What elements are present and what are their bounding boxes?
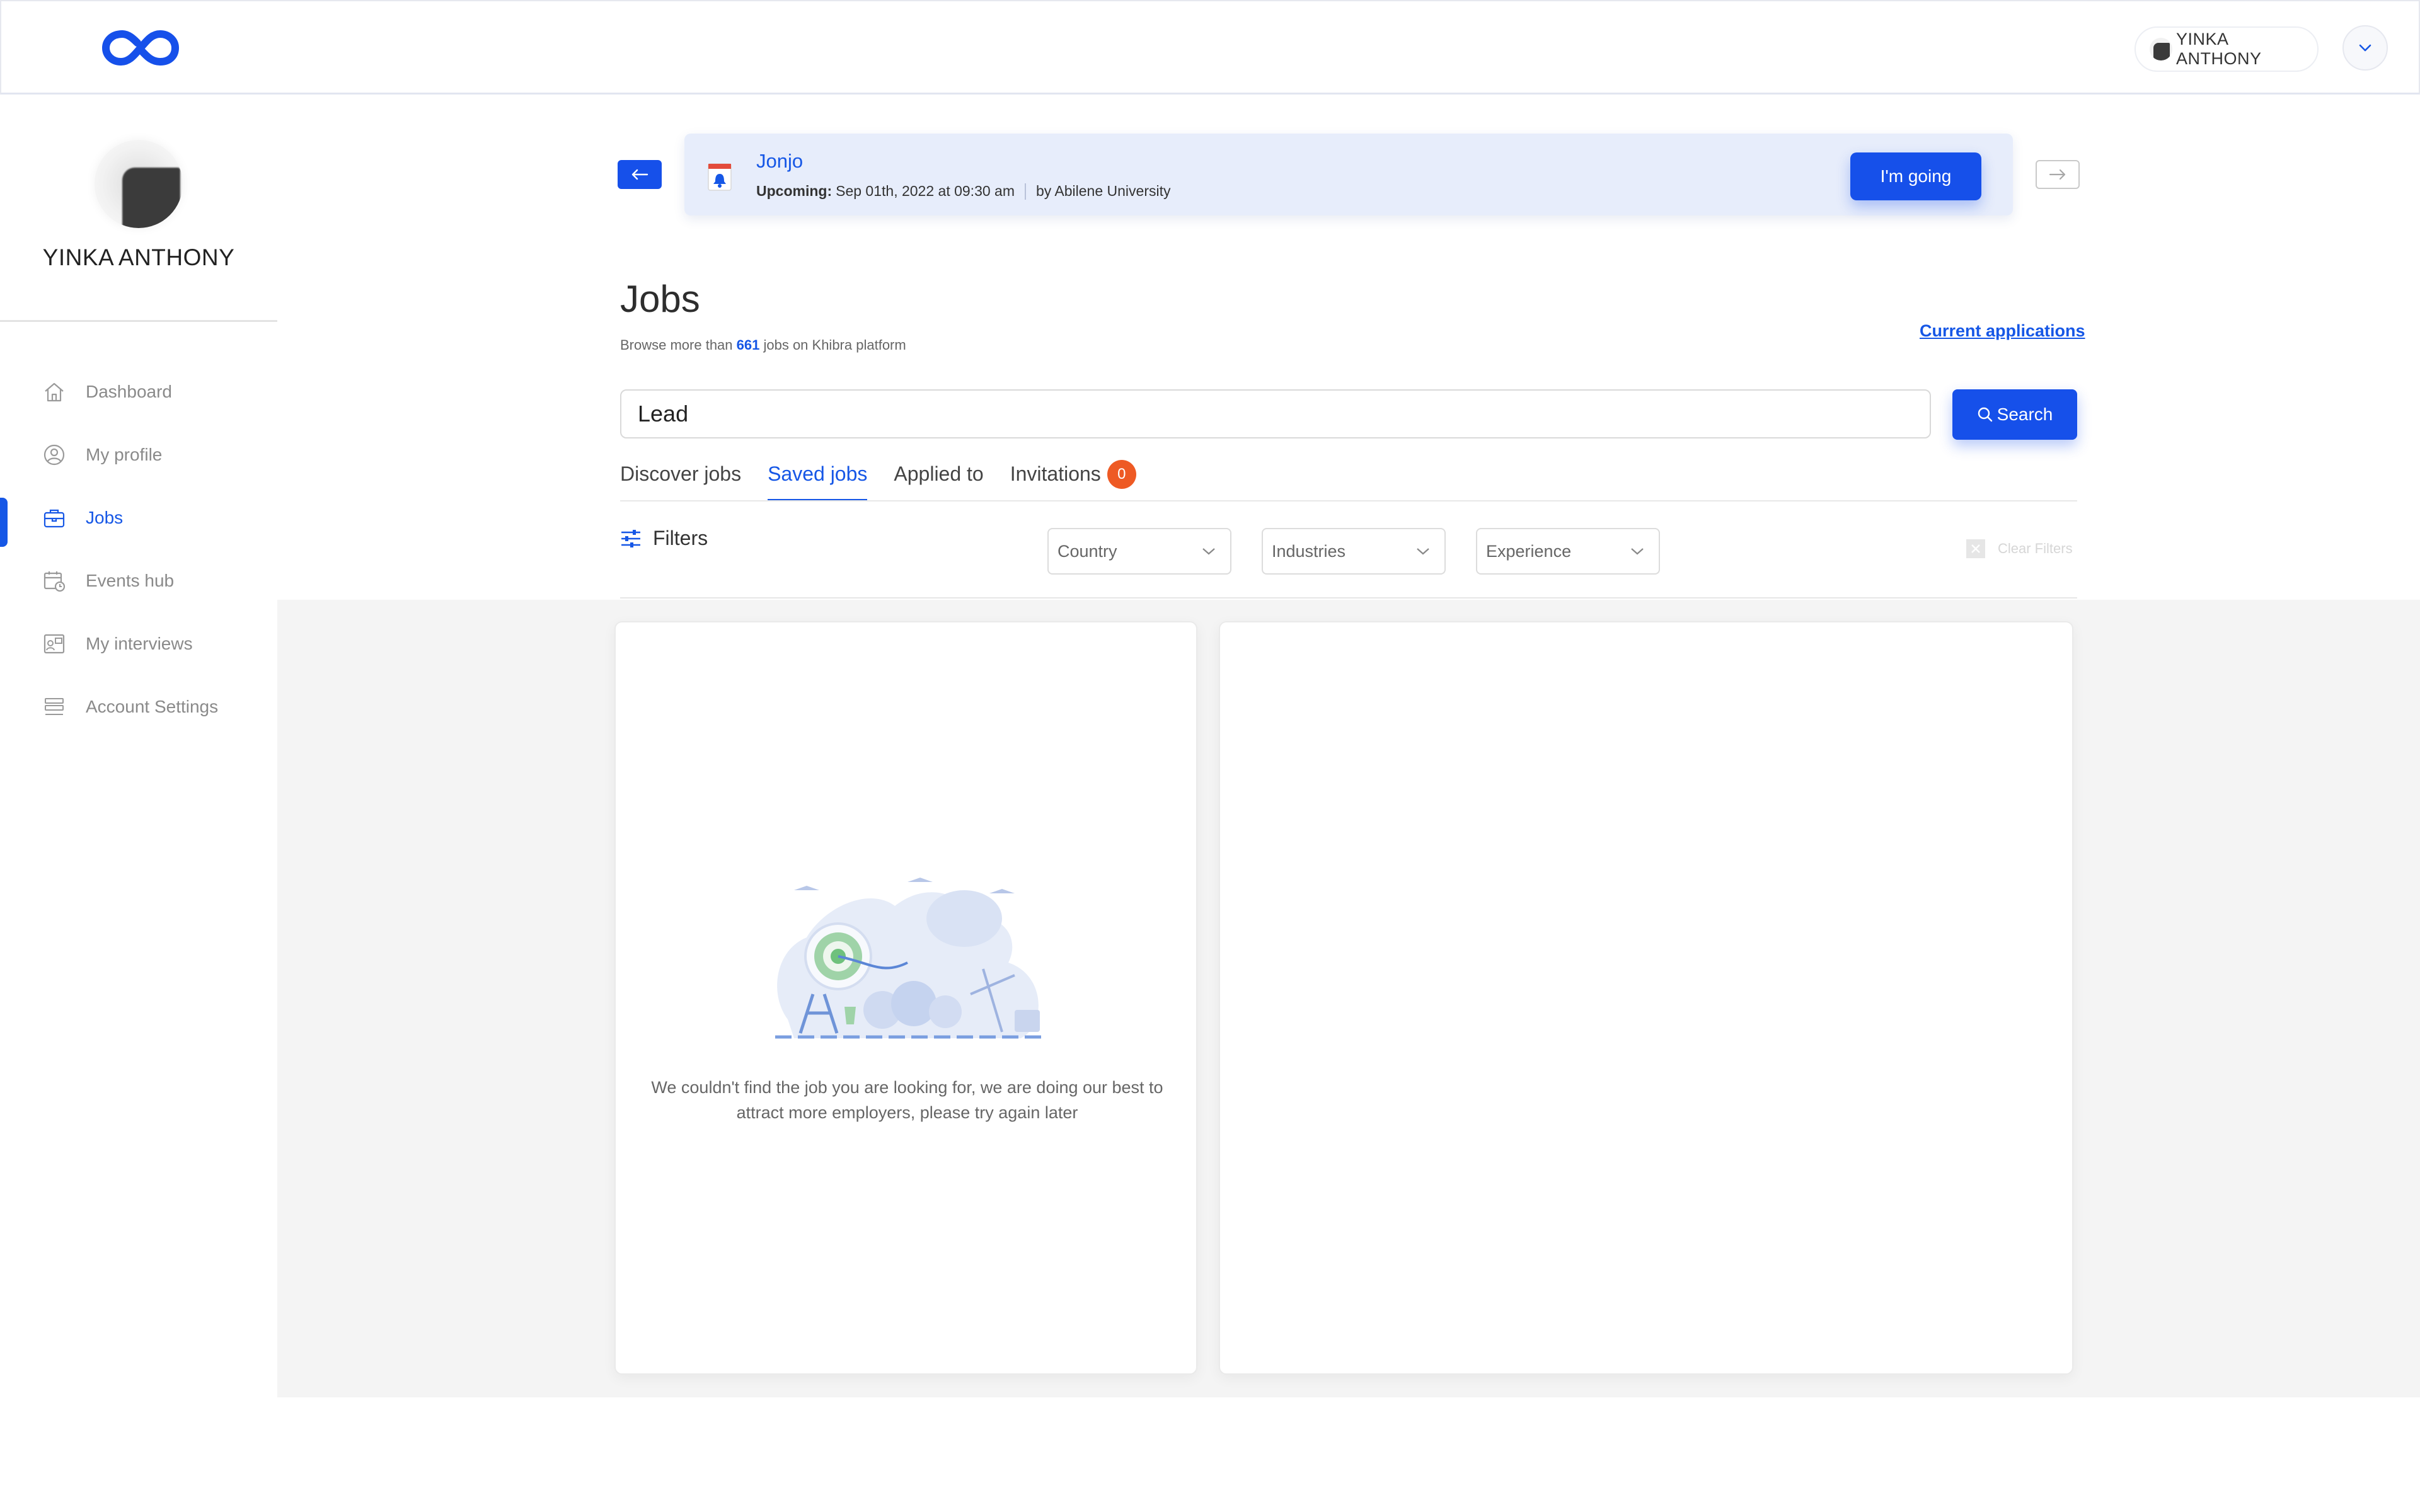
close-icon [1966, 539, 1985, 558]
tab-label: Discover jobs [620, 462, 742, 485]
tab-label: Saved jobs [768, 462, 868, 485]
sidebar-item-label: Account Settings [86, 697, 219, 716]
top-header: YINKA ANTHONY [0, 0, 2420, 94]
event-upcoming-label: Upcoming: [756, 183, 833, 199]
event-separator [1025, 183, 1026, 200]
im-going-button[interactable]: I'm going [1850, 152, 1981, 200]
sidebar-item-events-hub[interactable]: Events hub [0, 549, 277, 612]
industries-select[interactable]: Industries [1262, 528, 1446, 575]
filters-label: Filters [653, 527, 708, 549]
sidebar-item-dashboard[interactable]: Dashboard [0, 360, 277, 423]
tab-label: Applied to [894, 462, 984, 485]
country-select-value: Country [1057, 541, 1117, 561]
arrow-left-icon [631, 169, 648, 180]
sidebar-item-label: Jobs [86, 508, 124, 527]
search-input[interactable] [620, 389, 1931, 438]
khibra-logo-icon[interactable] [101, 25, 180, 71]
empty-state-illustration [775, 878, 1046, 1039]
search-icon [1977, 406, 1993, 423]
event-prev-button[interactable] [618, 160, 662, 189]
event-banner[interactable]: Jonjo Upcoming: Sep 01th, 2022 at 09:30 … [684, 134, 2013, 215]
sidebar-nav: Dashboard My profile Jobs Events hub My … [0, 360, 277, 738]
interview-icon [42, 631, 67, 656]
empty-state-message: We couldn't find the job you are looking… [651, 1078, 1163, 1122]
search-button[interactable]: Search [1952, 389, 2077, 440]
arrow-right-icon [2049, 169, 2066, 180]
chevron-down-icon [1417, 548, 1429, 555]
tab-label: Invitations [1010, 462, 1101, 485]
event-date: Sep 01th, 2022 at 09:30 am [836, 183, 1015, 199]
user-menu-pill[interactable]: YINKA ANTHONY [2135, 26, 2319, 72]
jobs-count: 661 [736, 337, 760, 353]
country-select[interactable]: Country [1047, 528, 1231, 575]
event-organizer: by Abilene University [1036, 183, 1171, 199]
chevron-down-icon [2359, 44, 2371, 52]
sidebar-divider [0, 320, 277, 322]
search-button-label: Search [1997, 404, 2053, 424]
avatar [2150, 38, 2172, 60]
sidebar-item-label: Events hub [86, 571, 175, 590]
chevron-down-icon [1631, 548, 1644, 555]
sidebar-item-my-interviews[interactable]: My interviews [0, 612, 277, 675]
sidebar-item-label: Dashboard [86, 382, 172, 401]
profile-name: YINKA ANTHONY [42, 244, 235, 270]
experience-select-value: Experience [1486, 541, 1572, 561]
jobs-tabs: Discover jobs Saved jobs Applied to Invi… [620, 460, 1163, 501]
user-dropdown-button[interactable] [2342, 25, 2388, 71]
sidebar-item-label: My interviews [86, 634, 193, 653]
tab-saved-jobs[interactable]: Saved jobs [768, 460, 868, 501]
event-title[interactable]: Jonjo [756, 150, 803, 173]
tab-invitations[interactable]: Invitations 0 [1010, 460, 1136, 501]
job-detail-panel [1219, 621, 2073, 1375]
briefcase-icon [42, 505, 67, 530]
job-list-panel: We couldn't find the job you are looking… [614, 621, 1197, 1375]
calendar-clock-icon [42, 568, 67, 593]
chevron-down-icon [1202, 548, 1215, 555]
sliders-icon [620, 529, 642, 549]
current-applications-link[interactable]: Current applications [1920, 321, 2085, 341]
home-icon [42, 379, 67, 404]
settings-list-icon [42, 694, 67, 719]
page-title: Jobs [620, 278, 700, 320]
sidebar-item-label: My profile [86, 445, 163, 464]
profile-avatar[interactable] [95, 140, 183, 228]
event-calendar-icon [708, 163, 732, 191]
tab-discover-jobs[interactable]: Discover jobs [620, 460, 741, 501]
tab-applied-to[interactable]: Applied to [894, 460, 983, 501]
jobs-subtitle: Browse more than 661 jobs on Khibra plat… [620, 337, 906, 353]
event-next-button[interactable] [2036, 160, 2080, 189]
user-circle-icon [42, 442, 67, 467]
jobs-subtitle-post: jobs on Khibra platform [759, 337, 906, 353]
tabs-divider [620, 500, 2077, 501]
sidebar: YINKA ANTHONY Dashboard My profile Jobs … [0, 96, 277, 1512]
industries-select-value: Industries [1272, 541, 1346, 561]
filters-divider [620, 597, 2077, 598]
clear-filters-label: Clear Filters [1998, 541, 2073, 556]
event-details: Upcoming: Sep 01th, 2022 at 09:30 am by … [756, 183, 1171, 200]
experience-select[interactable]: Experience [1476, 528, 1660, 575]
sidebar-item-jobs[interactable]: Jobs [0, 486, 277, 549]
filters-toggle[interactable]: Filters [620, 527, 708, 550]
sidebar-item-my-profile[interactable]: My profile [0, 423, 277, 486]
header-user-name: YINKA ANTHONY [2175, 30, 2262, 68]
jobs-subtitle-pre: Browse more than [620, 337, 737, 353]
invitations-count-badge: 0 [1107, 460, 1136, 489]
clear-filters-button[interactable]: Clear Filters [1966, 539, 2073, 558]
sidebar-item-account-settings[interactable]: Account Settings [0, 675, 277, 738]
